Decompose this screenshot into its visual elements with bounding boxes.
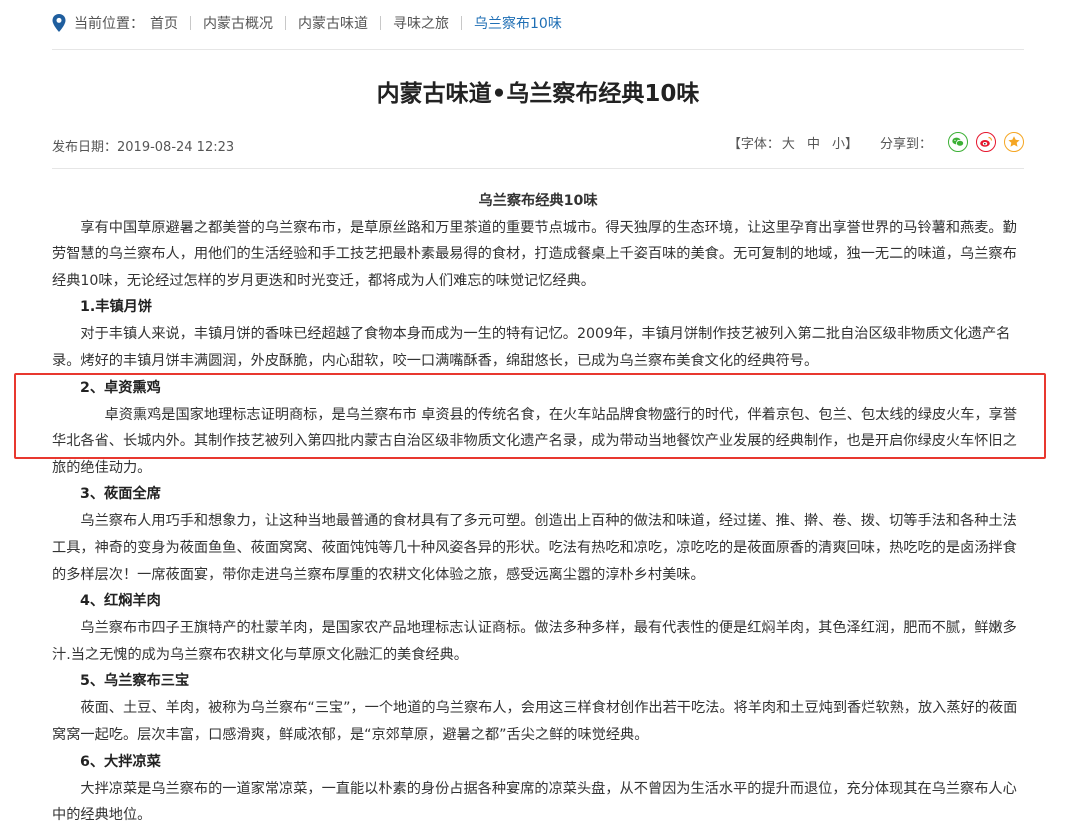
section-heading: 3、莜面全席 [80,486,161,503]
section-body: 对于丰镇人来说，丰镇月饼的香味已经超越了食物本身而成为一生的特有记忆。2009年… [52,326,1011,369]
share-favorite-button[interactable] [1004,132,1024,152]
breadcrumb-separator [380,16,381,30]
article-intro: 享有中国草原避暑之都美誉的乌兰察布市，是草原丝路和万里茶道的重要节点城市。得天独… [52,219,1017,289]
breadcrumb-current[interactable]: 乌兰察布10味 [474,13,562,33]
meta-divider [52,168,1024,169]
breadcrumb-separator [285,16,286,30]
article-subhead: 乌兰察布经典10味 [478,193,598,209]
breadcrumb-taste[interactable]: 内蒙古味道 [298,13,368,33]
section-body: 大拌凉菜是乌兰察布的一道家常凉菜，一直能以朴素的身份占据各种宴席的凉菜头盘，从不… [52,780,1017,824]
font-size-medium[interactable]: 中 [807,133,820,152]
font-size-label: 【字体： [727,136,780,152]
publish-date: 发布日期：2019-08-24 12:23 [52,140,235,155]
breadcrumb-journey[interactable]: 寻味之旅 [393,13,449,33]
font-size-large[interactable]: 大 [782,133,795,152]
section-heading: 1.丰镇月饼 [80,299,153,316]
article-meta: 发布日期：2019-08-24 12:23 【字体： 大 中 小 】 分享到： [52,130,1024,158]
font-size-small[interactable]: 小 [832,133,845,152]
breadcrumb-overview[interactable]: 内蒙古概况 [203,13,273,33]
article-title: 内蒙古味道•乌兰察布经典10味 [376,81,700,107]
share-wechat-button[interactable] [948,132,968,152]
breadcrumb-separator [190,16,191,30]
location-pin-icon [52,14,66,32]
breadcrumb-label: 当前位置： [74,16,144,32]
share-label: 分享到： [879,136,932,152]
article-tools: 【字体： 大 中 小 】 分享到： [728,132,1024,152]
section-body: 卓资熏鸡是国家地理标志证明商标，是乌兰察布市 卓资县的传统名食，在火车站品牌食物… [52,406,1018,476]
font-size-close: 】 [844,136,858,152]
breadcrumb-home[interactable]: 首页 [150,13,178,33]
star-icon [1008,136,1020,147]
section-body: 乌兰察布人用巧手和想象力，让这种当地最普通的食材具有了多元可塑。创造出上百种的做… [52,513,1017,583]
header-divider [52,49,1024,50]
section-heading: 4、红焖羊肉 [80,593,161,610]
breadcrumb-separator [461,16,462,30]
share-weibo-button[interactable] [976,132,996,152]
section-heading: 2、卓资熏鸡 [80,379,161,396]
wechat-icon [952,137,964,147]
section-heading: 6、大拌凉菜 [80,753,161,770]
breadcrumb: 当前位置： 首页 内蒙古概况 内蒙古味道 寻味之旅 乌兰察布10味 [52,12,562,34]
section-body: 莜面、土豆、羊肉，被称为乌兰察布“三宝”，一个地道的乌兰察布人，会用这三样食材创… [52,700,1018,743]
section-body: 乌兰察布市四子王旗特产的杜蒙羊肉，是国家农产品地理标志认证商标。做法多种多样，最… [52,620,1017,663]
section-heading: 5、乌兰察布三宝 [80,673,190,690]
weibo-icon [980,136,993,147]
article-body: 乌兰察布经典10味 享有中国草原避暑之都美誉的乌兰察布市，是草原丝路和万里茶道的… [52,188,1024,829]
